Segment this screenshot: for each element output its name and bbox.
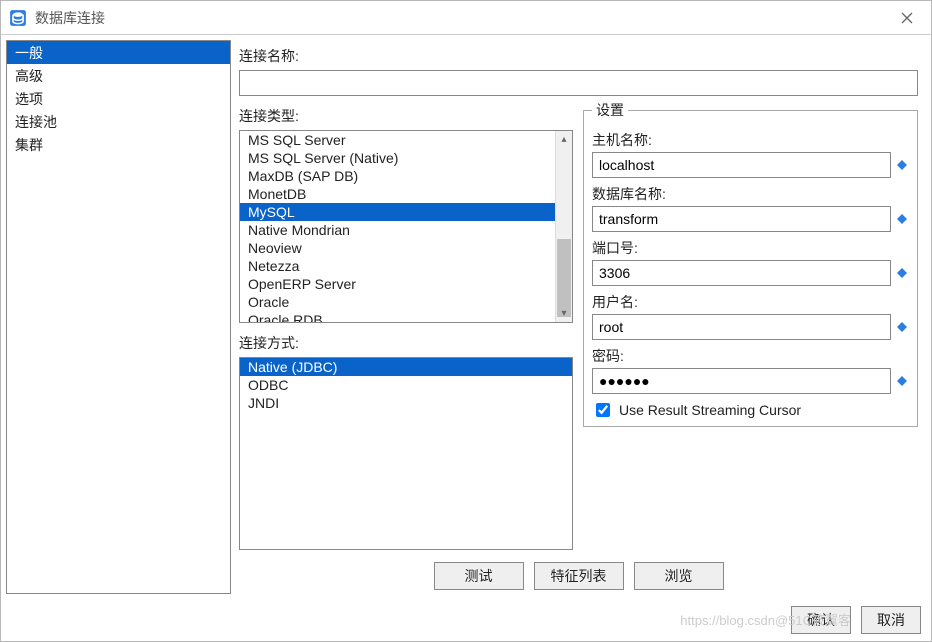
db-label: 数据库名称: [592,184,909,204]
variable-icon[interactable] [895,212,909,226]
scroll-down-icon[interactable]: ▾ [556,305,572,322]
stream-cursor-label: Use Result Streaming Cursor [619,402,801,418]
sidebar-item-0[interactable]: 一般 [7,41,230,64]
stream-cursor-checkbox[interactable] [596,403,610,417]
conn-type-option[interactable]: MS SQL Server (Native) [240,149,555,167]
scrollbar[interactable]: ▴ ▾ [555,131,572,322]
conn-type-option[interactable]: Neoview [240,239,555,257]
conn-type-option[interactable]: MaxDB (SAP DB) [240,167,555,185]
test-button[interactable]: 测试 [434,562,524,590]
user-label: 用户名: [592,292,909,312]
ok-button[interactable]: 确认 [791,606,851,634]
database-icon [9,9,27,27]
conn-mode-option[interactable]: ODBC [240,376,572,394]
action-buttons: 测试 特征列表 浏览 [239,554,918,594]
sidebar-item-2[interactable]: 选项 [7,87,230,110]
conn-type-option[interactable]: Oracle [240,293,555,311]
close-icon [901,12,913,24]
host-input[interactable] [592,152,891,178]
user-input[interactable] [592,314,891,340]
content-area: 一般高级选项连接池集群 连接名称: 连接类型: MS SQL ServerMS … [1,35,931,599]
settings-legend: 设置 [592,100,628,120]
settings-group: 设置 主机名称: 数据库名称: 端口号: [583,100,918,427]
conn-name-label: 连接名称: [239,46,918,66]
host-label: 主机名称: [592,130,909,150]
pass-input[interactable] [592,368,891,394]
conn-type-option[interactable]: Native Mondrian [240,221,555,239]
variable-icon[interactable] [895,158,909,172]
conn-name-input[interactable] [239,70,918,96]
conn-type-option[interactable]: MonetDB [240,185,555,203]
window-title: 数据库连接 [35,8,105,28]
variable-icon[interactable] [895,374,909,388]
port-label: 端口号: [592,238,909,258]
pass-label: 密码: [592,346,909,366]
close-button[interactable] [891,6,923,30]
sidebar-item-3[interactable]: 连接池 [7,110,230,133]
cancel-button[interactable]: 取消 [861,606,921,634]
conn-type-listbox[interactable]: MS SQL ServerMS SQL Server (Native)MaxDB… [239,130,573,323]
variable-icon[interactable] [895,320,909,334]
conn-type-option[interactable]: Oracle RDB [240,311,555,322]
conn-type-option[interactable]: OpenERP Server [240,275,555,293]
left-column: 连接类型: MS SQL ServerMS SQL Server (Native… [239,100,573,550]
db-input[interactable] [592,206,891,232]
conn-mode-option[interactable]: JNDI [240,394,572,412]
category-sidebar[interactable]: 一般高级选项连接池集群 [6,40,231,594]
conn-type-label: 连接类型: [239,106,573,126]
conn-type-option[interactable]: MS SQL Server [240,131,555,149]
titlebar: 数据库连接 [1,1,931,35]
footer: https://blog.csdn@51C筱翼客 确认 取消 [1,599,931,641]
scroll-up-icon[interactable]: ▴ [556,131,572,148]
browse-button[interactable]: 浏览 [634,562,724,590]
conn-mode-listbox[interactable]: Native (JDBC)ODBCJNDI [239,357,573,550]
right-column: 设置 主机名称: 数据库名称: 端口号: [583,100,918,550]
conn-type-option[interactable]: Netezza [240,257,555,275]
two-column-area: 连接类型: MS SQL ServerMS SQL Server (Native… [239,100,918,550]
feature-list-button[interactable]: 特征列表 [534,562,624,590]
variable-icon[interactable] [895,266,909,280]
port-input[interactable] [592,260,891,286]
conn-type-option[interactable]: MySQL [240,203,555,221]
dialog-window: 数据库连接 一般高级选项连接池集群 连接名称: 连接类型: MS SQL Ser… [0,0,932,642]
sidebar-item-4[interactable]: 集群 [7,133,230,156]
conn-mode-option[interactable]: Native (JDBC) [240,358,572,376]
main-panel: 连接名称: 连接类型: MS SQL ServerMS SQL Server (… [231,40,926,594]
conn-mode-label: 连接方式: [239,333,573,353]
sidebar-item-1[interactable]: 高级 [7,64,230,87]
